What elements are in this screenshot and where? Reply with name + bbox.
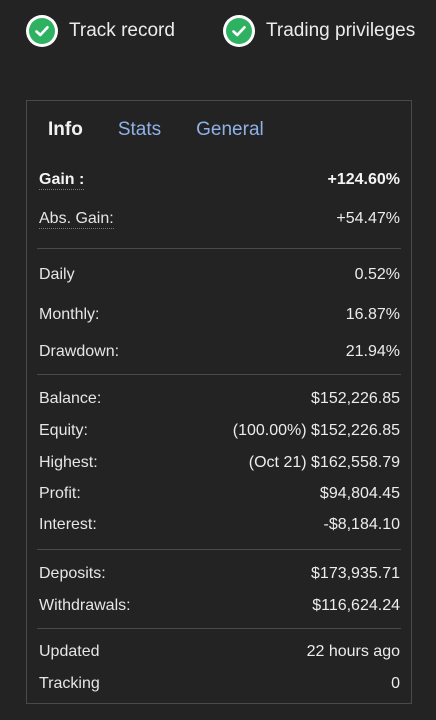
monthly-label: Monthly: [39, 306, 100, 323]
tab-info[interactable]: Info [48, 119, 83, 145]
highest-label: Highest: [39, 454, 98, 471]
highest-value: (Oct 21) $162,558.79 [248, 454, 400, 471]
updated-label: Updated [39, 643, 100, 660]
daily-value: 0.52% [354, 266, 400, 283]
highest-row: Highest: (Oct 21) $162,558.79 [39, 451, 400, 475]
updated-value: 22 hours ago [306, 643, 400, 660]
balance-value: $152,226.85 [311, 390, 400, 407]
deposits-row: Deposits: $173,935.71 [39, 562, 400, 586]
balance-row: Balance: $152,226.85 [39, 387, 400, 411]
gain-label[interactable]: Gain : [39, 171, 85, 190]
tab-general[interactable]: General [196, 119, 264, 145]
badge-track-record: Track record [26, 14, 175, 48]
divider [37, 248, 401, 249]
updated-row: Updated 22 hours ago [39, 640, 400, 664]
equity-value: (100.00%) $152,226.85 [232, 422, 400, 439]
panel-tabs: Info Stats General [48, 119, 299, 145]
check-circle-icon [26, 15, 58, 47]
abs-gain-value: +54.47% [336, 210, 400, 227]
withdrawals-value: $116,624.24 [312, 597, 400, 614]
divider [37, 549, 401, 550]
gain-value: +124.60% [327, 171, 400, 188]
daily-row: Daily 0.52% [39, 263, 400, 287]
drawdown-row: Drawdown: 21.94% [39, 340, 400, 364]
monthly-row: Monthly: 16.87% [39, 303, 400, 327]
verification-badges: Track record Trading privileges [0, 0, 436, 62]
interest-row: Interest: -$8,184.10 [39, 513, 400, 537]
monthly-value: 16.87% [345, 306, 400, 323]
balance-label: Balance: [39, 390, 102, 407]
profit-value: $94,804.45 [319, 485, 400, 502]
deposits-value: $173,935.71 [311, 565, 400, 582]
withdrawals-label: Withdrawals: [39, 597, 131, 614]
badge-label: Trading privileges [266, 20, 416, 41]
divider [37, 374, 401, 375]
equity-label: Equity: [39, 422, 88, 439]
account-info-panel: Info Stats General Gain : +124.60% Abs. … [26, 100, 412, 704]
badge-label: Track record [69, 20, 175, 41]
tracking-label: Tracking [39, 675, 100, 692]
profit-label: Profit: [39, 485, 81, 502]
abs-gain-label[interactable]: Abs. Gain: [39, 210, 114, 229]
drawdown-value: 21.94% [345, 343, 400, 360]
gain-row: Gain : +124.60% [39, 168, 400, 192]
profit-row: Profit: $94,804.45 [39, 482, 400, 506]
check-circle-icon [223, 15, 255, 47]
drawdown-label: Drawdown: [39, 343, 120, 360]
equity-row: Equity: (100.00%) $152,226.85 [39, 419, 400, 443]
tracking-row: Tracking 0 [39, 672, 400, 696]
withdrawals-row: Withdrawals: $116,624.24 [39, 594, 400, 618]
tracking-value: 0 [391, 675, 400, 692]
abs-gain-row: Abs. Gain: +54.47% [39, 207, 400, 231]
interest-label: Interest: [39, 516, 97, 533]
deposits-label: Deposits: [39, 565, 106, 582]
tab-stats[interactable]: Stats [118, 119, 161, 145]
divider [37, 628, 401, 629]
badge-trading-privileges: Trading privileges [223, 14, 415, 48]
daily-label: Daily [39, 266, 75, 283]
interest-value: -$8,184.10 [323, 516, 400, 533]
